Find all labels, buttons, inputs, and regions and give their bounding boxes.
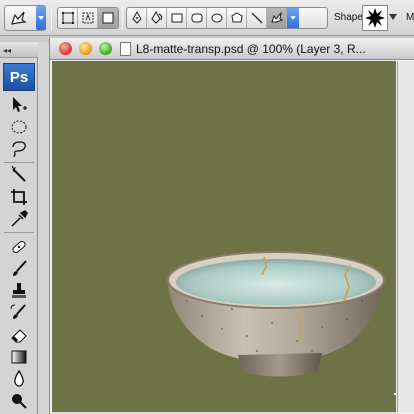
line-icon	[251, 12, 262, 24]
bowl-image	[167, 251, 396, 395]
chevron-down-icon	[290, 16, 296, 20]
starburst-shape-icon	[365, 8, 385, 28]
brush-icon	[13, 260, 27, 276]
blur-tool[interactable]	[5, 368, 33, 390]
paths-button[interactable]	[78, 8, 98, 28]
freeform-pen-button[interactable]	[147, 8, 167, 28]
polygon-button[interactable]	[227, 8, 247, 28]
options-separator	[122, 6, 123, 30]
shape-label: Shape:	[334, 12, 366, 23]
document-title: L8-matte-transp.psd @ 100% (Layer 3, R..…	[136, 42, 366, 56]
eyedropper-icon	[11, 210, 28, 227]
move-tool[interactable]	[5, 94, 33, 116]
ellipse-button[interactable]	[207, 8, 227, 28]
fill-pixels-button[interactable]	[98, 8, 118, 28]
image-canvas[interactable]	[52, 61, 396, 412]
tool-preset-dropdown-arrow[interactable]	[36, 6, 46, 30]
polygon-icon	[230, 12, 243, 23]
close-button[interactable]	[59, 42, 72, 55]
options-bar: Shape: M	[0, 0, 414, 36]
dodge-icon	[12, 394, 27, 409]
photoshop-logo[interactable]: Ps	[3, 63, 35, 91]
shape-picker[interactable]	[362, 5, 388, 31]
line-button[interactable]	[247, 8, 267, 28]
magic-wand-tool[interactable]	[5, 164, 33, 186]
stamp-icon	[12, 283, 26, 298]
paths-icon	[82, 12, 93, 24]
collapse-icon[interactable]: ◂◂	[3, 46, 11, 55]
fill-pixels-icon	[102, 12, 114, 24]
healing-brush-tool[interactable]	[5, 236, 33, 258]
tool-separator	[4, 162, 34, 163]
document-window: L8-matte-transp.psd @ 100% (Layer 3, R..…	[49, 38, 414, 414]
custom-shape-icon	[11, 11, 27, 25]
tool-separator	[4, 232, 34, 233]
crop-icon	[11, 189, 27, 205]
shape-layers-icon	[61, 12, 74, 24]
zoom-button[interactable]	[99, 42, 112, 55]
shape-layers-button[interactable]	[58, 8, 78, 28]
custom-shape-icon	[270, 11, 283, 23]
bandage-icon	[12, 240, 26, 254]
vertical-scrollbar[interactable]	[397, 61, 414, 412]
dodge-tool[interactable]	[5, 390, 33, 412]
eraser-tool[interactable]	[5, 324, 33, 346]
geometry-options-dropdown[interactable]	[287, 8, 299, 28]
rounded-rectangle-icon	[191, 13, 202, 23]
lasso-icon	[12, 141, 26, 158]
pen-tool-button[interactable]	[127, 8, 147, 28]
minimize-button[interactable]	[79, 42, 92, 55]
tools-panel-header[interactable]: ◂◂	[0, 42, 38, 58]
document-file-icon	[120, 42, 131, 56]
mode-label-truncated: M	[406, 12, 414, 23]
custom-shape-button[interactable]	[267, 8, 287, 28]
eraser-icon	[11, 329, 27, 343]
eyedropper-tool[interactable]	[5, 208, 33, 230]
rectangle-shape-button[interactable]	[167, 8, 187, 28]
marquee-tool[interactable]	[5, 116, 33, 138]
move-arrow-icon	[13, 97, 27, 112]
tools-panel: ◂◂ Ps	[0, 42, 38, 414]
gradient-icon	[11, 350, 27, 364]
shape-mode-group	[57, 7, 119, 29]
rectangle-icon	[171, 13, 182, 23]
crop-tool[interactable]	[5, 186, 33, 208]
gradient-tool[interactable]	[5, 346, 33, 368]
shape-picker-arrow[interactable]	[389, 14, 397, 20]
document-titlebar[interactable]: L8-matte-transp.psd @ 100% (Layer 3, R..…	[50, 38, 414, 60]
magic-wand-icon	[11, 165, 26, 182]
elliptical-marquee-icon	[11, 120, 27, 134]
lasso-tool[interactable]	[5, 138, 33, 160]
brush-tool[interactable]	[5, 258, 33, 280]
shape-tools-group	[126, 7, 328, 29]
freeform-pen-icon	[150, 11, 162, 24]
water-drop-icon	[14, 369, 24, 387]
rounded-rectangle-button[interactable]	[187, 8, 207, 28]
pen-icon	[131, 11, 142, 24]
history-brush-tool[interactable]	[5, 302, 33, 324]
options-separator	[51, 6, 52, 30]
history-brush-icon	[10, 304, 26, 319]
clone-stamp-tool[interactable]	[5, 280, 33, 302]
ellipse-icon	[211, 13, 222, 23]
